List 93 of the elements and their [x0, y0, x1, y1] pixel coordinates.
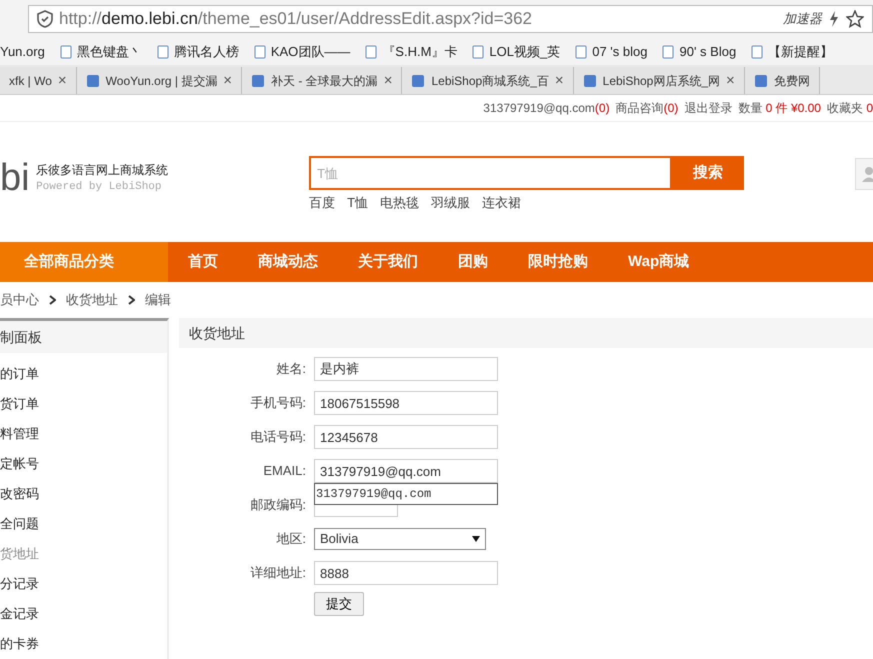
page-icon	[252, 44, 267, 58]
bookmark[interactable]: 黑色键盘丶	[58, 42, 142, 62]
browser-tab[interactable]: 补天 - 全球最大的漏 ×	[242, 67, 402, 94]
logo: bi	[0, 159, 30, 197]
browser-tab[interactable]: LebiShop网店系统_网 ×	[574, 67, 745, 94]
field-label: 手机号码:	[249, 394, 306, 412]
page-icon	[411, 74, 426, 88]
close-icon[interactable]: ×	[726, 70, 735, 92]
breadcrumb-link[interactable]: 收货地址	[66, 290, 118, 310]
sidebar-item[interactable]: 料管理	[0, 424, 39, 444]
bookmark[interactable]: 腾讯名人榜	[156, 42, 239, 62]
hot-word-link[interactable]: 百度	[309, 193, 336, 213]
nav-link[interactable]: Wap商城	[608, 250, 710, 274]
input-field[interactable]: 12345678	[314, 425, 498, 449]
region-dropdown[interactable]: Bolivia	[314, 528, 486, 550]
powered-by-text: Powered by LebiShop	[36, 180, 162, 195]
hot-word-link[interactable]: 连衣裙	[482, 193, 522, 213]
close-icon[interactable]: ×	[384, 70, 392, 92]
site-title: 乐彼多语言网上商城系统	[36, 162, 168, 179]
sidebar-title: 制面板	[0, 328, 42, 346]
breadcrumb-link[interactable]: 员中心	[0, 290, 39, 310]
sidebar-item[interactable]: 定帐号	[0, 454, 39, 474]
nav-link[interactable]: 团购	[438, 250, 508, 274]
sidebar-item[interactable]: 货地址	[0, 544, 39, 564]
page-icon	[574, 44, 588, 58]
sidebar-item[interactable]: 全问题	[0, 514, 39, 534]
field-label: 邮政编码:	[249, 496, 306, 514]
logout-link[interactable]: 退出登录	[684, 99, 732, 117]
accelerator-label[interactable]: 加速器	[783, 9, 822, 29]
browser-tab[interactable]: 免费网	[744, 67, 820, 94]
submit-button[interactable]: 提交	[314, 592, 364, 616]
field-label: 详细地址:	[249, 564, 306, 582]
field-label: 电话号码:	[249, 428, 306, 446]
close-icon[interactable]: ×	[223, 70, 232, 92]
nav-link[interactable]: 首页	[168, 250, 238, 274]
favorites-link[interactable]: 收藏夹 0	[826, 99, 873, 117]
autocomplete-menu[interactable]: 313797919@qq.com	[314, 483, 498, 505]
account-link[interactable]: 313797919@qq.com(0)	[483, 99, 610, 117]
sidebar-item[interactable]: 金记录	[0, 604, 39, 624]
star-icon	[846, 10, 864, 28]
close-icon[interactable]: ×	[58, 70, 67, 92]
page-icon	[364, 44, 378, 58]
input-field[interactable]: 8888	[314, 561, 498, 585]
field-label: 地区:	[275, 530, 306, 548]
bookmark[interactable]: LOL视频_英	[471, 42, 560, 62]
sidebar-item[interactable]: 的订单	[0, 364, 39, 384]
search-field[interactable]: T恤	[309, 156, 672, 190]
url-text: http://demo.lebi.cn/theme_es01/user/AddressEdit.aspx?id=362	[59, 8, 532, 30]
close-icon[interactable]: ×	[554, 70, 564, 92]
chevron-icon	[128, 295, 135, 305]
cart-summary: 数量 0 件 ¥0.00	[738, 100, 821, 117]
sidebar-item[interactable]: 货订单	[0, 394, 39, 414]
page-icon	[471, 44, 486, 58]
shield-icon	[37, 10, 53, 28]
hot-word-link[interactable]: 电热毯	[380, 193, 420, 213]
browser-tab[interactable]: xfk | Wo ×	[0, 67, 77, 94]
sidebar-item[interactable]: 分记录	[0, 574, 39, 594]
bookmark[interactable]: 『S.H.M』卡	[364, 42, 458, 62]
bookmark[interactable]: 07 's blog	[574, 42, 648, 62]
sidebar-item[interactable]: 的卡券	[0, 634, 39, 654]
sidebar-item[interactable]: 改密码	[0, 484, 39, 504]
bookmark[interactable]: KAO团队——	[252, 42, 350, 62]
field-label: EMAIL:	[262, 462, 306, 480]
nav-link[interactable]: 商城动态	[238, 250, 338, 274]
input-field[interactable]: 是内裤	[314, 357, 498, 381]
browser-tab[interactable]: WooYun.org | 提交漏 ×	[76, 67, 242, 94]
bookmark[interactable]: 90' s Blog	[661, 42, 736, 62]
hot-word-link[interactable]: T恤	[347, 193, 368, 213]
page-icon	[58, 44, 73, 58]
page-icon	[156, 44, 170, 58]
field-label: 姓名:	[275, 360, 306, 378]
page-icon	[582, 74, 597, 88]
user-icon	[855, 158, 873, 190]
form-title: 收货地址	[189, 324, 245, 342]
search-button[interactable]: 搜索	[672, 156, 744, 190]
browser-tab[interactable]: LebiShop商城系统_百 ×	[402, 67, 574, 94]
page-icon	[86, 74, 100, 88]
nav-link[interactable]: 关于我们	[338, 250, 438, 274]
address-bar[interactable]: http://demo.lebi.cn/theme_es01/user/AddressEdit.aspx?id=362 加速器	[28, 5, 873, 33]
input-field[interactable]: 313797919@qq.com	[314, 459, 498, 483]
hot-word-link[interactable]: 羽绒服	[431, 193, 470, 213]
page-icon	[754, 74, 768, 88]
bookmark[interactable]: Yun.org	[0, 42, 45, 62]
chevron-icon	[49, 295, 56, 305]
caret-icon	[472, 536, 480, 542]
lightning-icon	[828, 10, 840, 28]
page-icon	[750, 44, 764, 58]
page-icon	[251, 74, 266, 88]
nav-link[interactable]: 限时抢购	[508, 250, 608, 274]
consult-link[interactable]: 商品咨询(0)	[616, 99, 678, 117]
bookmark[interactable]: 【新提醒】	[750, 42, 834, 62]
input-field[interactable]: 18067515598	[314, 391, 498, 415]
page-icon	[661, 44, 676, 58]
